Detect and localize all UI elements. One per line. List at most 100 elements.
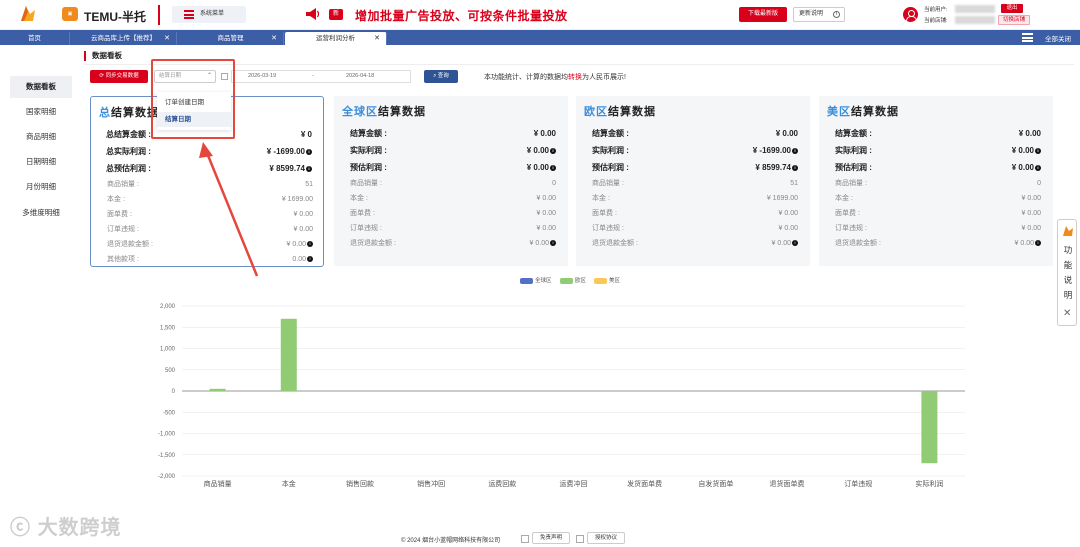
- close-all-tabs-button[interactable]: 全部关闭: [1045, 33, 1071, 43]
- promo-banner-text[interactable]: 增加批量广告投放、可按条件批量投放: [355, 7, 568, 24]
- sidebar-item-country-detail[interactable]: 国家明细: [10, 101, 72, 123]
- date-start: 2026-03-19: [248, 73, 277, 79]
- sidebar-item-multi-dimension[interactable]: 多维度明细: [10, 202, 72, 224]
- footer: © 2024 烟台小蓝帽网络科技有限公司 免责声明 授权协议: [0, 530, 1080, 547]
- info-icon[interactable]: i: [306, 165, 312, 172]
- tab-profit-analysis[interactable]: 运营利润分析 ✕: [285, 32, 387, 45]
- info-icon[interactable]: i: [307, 241, 313, 248]
- system-menu-button[interactable]: 系统菜单: [172, 6, 246, 23]
- current-shop-value-redacted: [955, 16, 995, 24]
- detail-label: 商品销量 :: [835, 180, 867, 187]
- query-button[interactable]: ⌕ 查询: [424, 70, 458, 83]
- x-tick-label: 订单违规: [844, 479, 872, 488]
- x-tick-label: 运费冲回: [560, 479, 588, 488]
- x-tick-label: 商品销量: [204, 479, 232, 488]
- tab-product-management[interactable]: 商品管理 ✕: [178, 32, 284, 45]
- detail-label: 本金 :: [350, 195, 368, 202]
- info-icon[interactable]: i: [550, 164, 556, 171]
- tab-home[interactable]: 首页: [0, 32, 70, 45]
- legend-swatch: [520, 277, 533, 284]
- legend-swatch: [594, 277, 607, 284]
- info-icon[interactable]: i: [1035, 147, 1041, 154]
- close-icon[interactable]: ✕: [374, 32, 380, 45]
- metric-value: ¥ 8599.74 i: [269, 161, 312, 176]
- card-title: 美区结算数据: [827, 103, 899, 119]
- info-icon[interactable]: i: [550, 240, 556, 247]
- legend-label: 美区: [609, 278, 621, 284]
- close-icon[interactable]: ✕: [164, 32, 170, 45]
- sidebar-item-product-detail[interactable]: 商品明细: [10, 126, 72, 148]
- query-label: 查询: [437, 73, 449, 79]
- y-tick-label: 1,000: [160, 347, 176, 353]
- info-icon[interactable]: i: [792, 147, 798, 154]
- notice-highlight: 转换: [568, 74, 582, 81]
- info-icon[interactable]: i: [550, 147, 556, 154]
- detail-row: 商品销量 : 0: [835, 176, 1045, 191]
- tab-label: 云商品库上传【推荐】: [91, 35, 156, 42]
- close-icon[interactable]: ✕: [271, 32, 277, 45]
- metric-label: 预估利润 :: [835, 163, 872, 172]
- metric-label: 实际利润 :: [592, 146, 629, 155]
- detail-value: ¥ 0.00: [778, 225, 798, 232]
- sync-transactions-button[interactable]: ⟳ 同步交易数据: [90, 70, 148, 83]
- detail-row: 本金 : ¥ 1699.00: [592, 191, 802, 206]
- detail-value: ¥ 0.00: [293, 226, 313, 233]
- user-avatar-icon[interactable]: [903, 7, 918, 22]
- card-title: 欧区结算数据: [584, 103, 656, 119]
- detail-value: 0: [1037, 180, 1041, 187]
- detail-row: 退货退款金额 : ¥ 0.00 i: [592, 236, 802, 251]
- switch-shop-button[interactable]: 切换店铺: [998, 15, 1030, 25]
- sidebar-item-dashboard[interactable]: 数据看板: [10, 76, 72, 98]
- info-icon[interactable]: i: [792, 164, 798, 171]
- metric-label: 结算金额 :: [592, 129, 629, 138]
- metric-label: 预估利润 :: [592, 163, 629, 172]
- detail-label: 退货退款金额 :: [835, 240, 881, 247]
- disclaimer-button[interactable]: 免责声明: [532, 532, 571, 544]
- date-end: 2026-04-18: [346, 73, 375, 79]
- info-icon[interactable]: i: [792, 240, 798, 247]
- function-help-label: 功能说明: [1063, 245, 1073, 300]
- metric-label: 实际利润 :: [350, 146, 387, 155]
- info-icon[interactable]: i: [1035, 164, 1041, 171]
- detail-label: 其他款项 :: [107, 256, 139, 263]
- disclaimer-checkbox[interactable]: [521, 535, 529, 543]
- function-help-panel[interactable]: 功能说明 ✕: [1057, 219, 1077, 326]
- y-tick-label: 0: [172, 389, 176, 395]
- detail-label: 退货退款金额 :: [592, 240, 638, 247]
- sidebar-item-month-detail[interactable]: 月份明细: [10, 176, 72, 198]
- license-checkbox[interactable]: [576, 535, 584, 543]
- detail-value: ¥ 0.00: [536, 195, 556, 202]
- card-title-region: 全球区: [342, 106, 378, 118]
- metric-label: 预估利润 :: [350, 163, 387, 172]
- detail-label: 商品销量 :: [107, 181, 139, 188]
- card-title-region: 总: [99, 107, 111, 119]
- detail-value: ¥ 0.00: [1021, 195, 1041, 202]
- legend-item[interactable]: 全球区: [520, 276, 552, 284]
- info-icon[interactable]: i: [306, 148, 312, 155]
- detail-value: ¥ 0.00 i: [772, 236, 798, 251]
- detail-value: ¥ 0.00: [536, 225, 556, 232]
- sidebar-item-date-detail[interactable]: 日期明细: [10, 151, 72, 173]
- close-icon[interactable]: ✕: [1063, 308, 1071, 319]
- license-button[interactable]: 授权协议: [587, 532, 626, 544]
- update-notes-button[interactable]: 更新说明 i: [793, 7, 845, 22]
- sync-label: 同步交易数据: [105, 73, 139, 79]
- tab-cloud-upload[interactable]: 云商品库上传【推荐】 ✕: [71, 32, 177, 45]
- current-user-value-redacted: [955, 5, 995, 13]
- info-icon[interactable]: i: [307, 256, 313, 263]
- logout-button[interactable]: 退出: [1001, 4, 1023, 13]
- update-notes-label: 更新说明: [799, 11, 824, 17]
- info-icon[interactable]: i: [1035, 240, 1041, 247]
- brand-title: TEMU-半托: [84, 10, 146, 24]
- temu-logo-icon: ▣: [62, 7, 78, 21]
- metric-row: 结算金额 : ¥ 0.00: [835, 126, 1045, 141]
- legend-item[interactable]: 欧区: [560, 276, 586, 284]
- x-tick-label: 自发货面单: [698, 479, 733, 488]
- date-range-picker[interactable]: 2026-03-19 - 2026-04-18: [231, 70, 411, 83]
- download-latest-button[interactable]: 下载最新版: [739, 7, 787, 22]
- tab-list-menu-icon[interactable]: [1022, 33, 1033, 42]
- detail-row: 退货退款金额 : ¥ 0.00 i: [835, 236, 1045, 251]
- card-us-settlement: 美区结算数据 结算金额 : ¥ 0.00 实际利润 : ¥ 0.00 i 预估利润 : ¥ 0…: [819, 96, 1053, 266]
- legend-item[interactable]: 美区: [594, 276, 620, 284]
- metric-row: 实际利润 : ¥ 0.00 i: [350, 143, 560, 158]
